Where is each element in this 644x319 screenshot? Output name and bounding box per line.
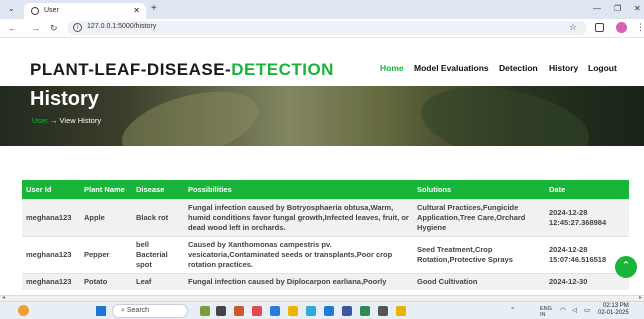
weather-icon[interactable] — [18, 305, 29, 316]
cell-date: 2024-12-30 — [545, 273, 629, 290]
restore-icon[interactable]: ❐ — [614, 4, 621, 13]
window-close-icon[interactable]: ✕ — [634, 4, 641, 13]
cell-disease: bell Bacterial spot — [132, 236, 184, 274]
header-solutions: Solutions — [413, 180, 545, 200]
close-tab-icon[interactable]: ✕ — [133, 6, 140, 15]
site-info-icon[interactable]: i — [73, 23, 82, 32]
clock-date: 02-01-2025 — [598, 310, 629, 316]
edge-icon[interactable] — [306, 306, 316, 316]
logo-accent-text: DETECTION — [231, 60, 334, 79]
breadcrumb-current: View History — [59, 116, 102, 125]
page-hero-banner: History User → View History — [0, 86, 644, 146]
site-logo[interactable]: PLANT-LEAF-DISEASE-DETECTION — [30, 60, 334, 80]
region-code: IN — [540, 312, 546, 318]
language-indicator[interactable]: ENG IN — [540, 306, 552, 318]
cell-solutions: Cultural Practices,Fungicide Application… — [413, 199, 545, 237]
history-table: User Id Plant Name Disease Possibilities… — [22, 180, 629, 290]
widgets-icon[interactable] — [200, 306, 210, 316]
cell-solutions: Seed Treatment,Crop Rotation,Protective … — [413, 236, 545, 274]
url-field[interactable]: i 127.0.0.1:5000/history ☆ — [67, 21, 587, 35]
cell-plant-name: Pepper — [80, 236, 132, 274]
table-row: meghana123 Potato Leaf Fungal infection … — [22, 273, 629, 290]
header-disease: Disease — [132, 180, 184, 200]
minimize-icon[interactable]: — — [593, 4, 601, 13]
header-user-id: User Id — [22, 180, 80, 200]
system-clock[interactable]: 02:13 PM 02-01-2025 — [598, 303, 629, 317]
vscode-icon[interactable] — [324, 306, 334, 316]
cell-solutions: Good Cultivation — [413, 273, 545, 290]
app-icon[interactable] — [234, 306, 244, 316]
cell-plant-name: Apple — [80, 199, 132, 237]
site-icon — [31, 7, 39, 15]
clock-time: 02:13 PM — [603, 303, 629, 309]
breadcrumb-arrow-icon: → — [49, 116, 58, 125]
cell-plant-name: Potato — [80, 273, 132, 290]
app-icon[interactable] — [342, 306, 352, 316]
site-header: PLANT-LEAF-DISEASE-DETECTION Home Model … — [0, 38, 644, 86]
cell-disease: Leaf — [132, 273, 184, 290]
scroll-right-icon[interactable]: ▸ — [639, 294, 642, 301]
task-view-icon[interactable] — [216, 306, 226, 316]
history-table-container: User Id Plant Name Disease Possibilities… — [22, 180, 629, 290]
header-date: Date — [545, 180, 629, 200]
os-taskbar: ⌕ Search ⌃ ENG IN ◠ ◁ ▭ 02:13 PM 02-01-20… — [0, 301, 644, 319]
forward-icon[interactable]: → — [31, 23, 40, 33]
extensions-icon[interactable] — [595, 23, 604, 32]
cell-possibilities: Caused by Xanthomonas campestris pv. ves… — [184, 236, 413, 274]
page-title: History — [30, 88, 99, 110]
battery-icon[interactable]: ▭ — [584, 306, 590, 314]
profile-avatar[interactable] — [616, 22, 627, 33]
nav-logout[interactable]: Logout — [588, 63, 617, 73]
app-icon[interactable] — [252, 306, 262, 316]
tray-chevron-icon[interactable]: ⌃ — [510, 306, 515, 314]
browser-tab-bar: ⌄ User ✕ + — ❐ ✕ — [0, 0, 644, 19]
browser-menu-icon[interactable]: ⋮ — [636, 22, 644, 33]
breadcrumb: User → View History — [32, 116, 101, 125]
header-plant-name: Plant Name — [80, 180, 132, 200]
table-row: meghana123 Pepper bell Bacterial spot Ca… — [22, 236, 629, 274]
cell-user-id: meghana123 — [22, 236, 80, 274]
logo-main-text: PLANT-LEAF-DISEASE- — [30, 60, 232, 79]
tab-list-icon[interactable]: ⌄ — [8, 4, 15, 13]
nav-detection[interactable]: Detection — [499, 63, 538, 73]
back-icon[interactable]: ← — [8, 23, 17, 33]
app-icon[interactable] — [360, 306, 370, 316]
nav-model-evaluations[interactable]: Model Evaluations — [414, 63, 489, 73]
taskbar-search-label: Search — [126, 307, 150, 314]
scroll-up-button[interactable]: ⌃ — [615, 256, 637, 278]
taskbar-search[interactable]: ⌕ Search — [112, 304, 188, 318]
nav-home[interactable]: Home — [380, 63, 404, 73]
bookmark-star-icon[interactable]: ☆ — [569, 22, 577, 33]
address-bar: ← → ↻ i 127.0.0.1:5000/history ☆ ⋮ — [0, 19, 644, 38]
table-row: meghana123 Apple Black rot Fungal infect… — [22, 199, 629, 237]
cell-possibilities: Fungal infection caused by Diplocarpon e… — [184, 273, 413, 290]
tab-title: User — [44, 7, 59, 14]
table-header-row: User Id Plant Name Disease Possibilities… — [22, 180, 629, 200]
volume-icon[interactable]: ◁ — [572, 306, 577, 314]
file-explorer-icon[interactable] — [288, 306, 298, 316]
chrome-icon[interactable] — [396, 306, 406, 316]
app-icon[interactable] — [270, 306, 280, 316]
cell-date: 2024-12-28 12:45:27.368984 — [545, 199, 629, 237]
new-tab-icon[interactable]: + — [151, 3, 157, 14]
windows-start-icon[interactable] — [96, 306, 106, 316]
breadcrumb-user-link[interactable]: User — [32, 116, 48, 125]
cell-user-id: meghana123 — [22, 273, 80, 290]
web-page: PLANT-LEAF-DISEASE-DETECTION Home Model … — [0, 38, 644, 295]
cell-user-id: meghana123 — [22, 199, 80, 237]
wifi-icon[interactable]: ◠ — [560, 306, 566, 314]
header-possibilities: Possibilities — [184, 180, 413, 200]
browser-tab[interactable]: User ✕ — [24, 3, 146, 19]
nav-history[interactable]: History — [549, 63, 578, 73]
app-icon[interactable] — [378, 306, 388, 316]
scroll-left-icon[interactable]: ◂ — [2, 294, 5, 301]
cell-disease: Black rot — [132, 199, 184, 237]
url-text[interactable]: 127.0.0.1:5000/history — [87, 23, 156, 30]
cell-possibilities: Fungal infection caused by Botryosphaeri… — [184, 199, 413, 237]
reload-icon[interactable]: ↻ — [50, 23, 58, 34]
